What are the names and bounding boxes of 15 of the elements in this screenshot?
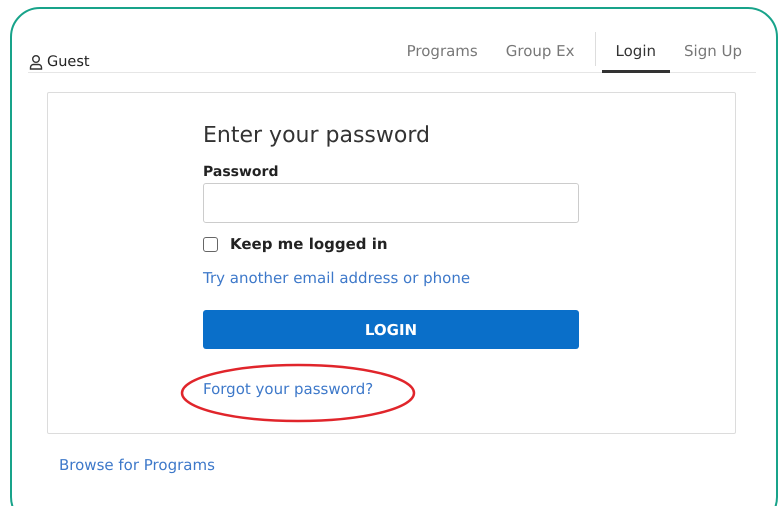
user-name: Guest [47, 54, 90, 70]
nav-tab[interactable]: Login [602, 42, 670, 73]
nav-tab[interactable]: Sign Up [670, 42, 756, 73]
alternate-contact-link[interactable]: Try another email address or phone [203, 269, 470, 287]
checkbox-label: Keep me logged in [230, 235, 388, 253]
password-label: Password [203, 164, 280, 180]
forgot-password-link[interactable]: Forgot your password? [203, 380, 374, 398]
keep-logged-in-checkbox[interactable] [203, 236, 218, 252]
nav-tab[interactable]: Group Ex [492, 42, 589, 73]
person-icon [28, 54, 44, 70]
password-field[interactable] [203, 183, 579, 223]
form-title: Enter your password [203, 123, 431, 148]
login-button[interactable]: LOGIN [203, 310, 579, 349]
nav-tab[interactable]: Programs [392, 42, 492, 73]
browse-programs-link[interactable]: Browse for Programs [59, 456, 215, 474]
